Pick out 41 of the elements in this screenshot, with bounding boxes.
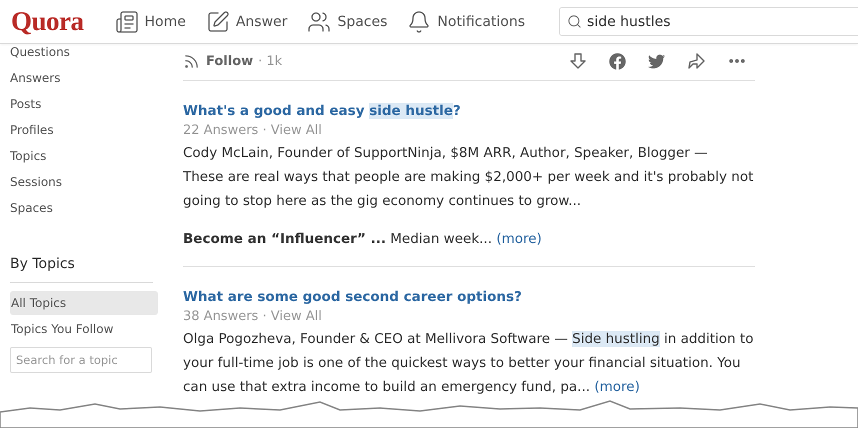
logo[interactable]: Quora	[11, 6, 84, 37]
bell-icon	[407, 10, 432, 34]
twitter-icon[interactable]	[648, 52, 665, 70]
filter-link[interactable]: Profiles	[10, 122, 158, 148]
answer-teaser: Become an “Influencer” ... Median week... (more)	[183, 230, 543, 249]
nav-link[interactable]: Spaces	[307, 10, 388, 34]
answer-count: 38 Answers	[183, 309, 258, 324]
more-link[interactable]: (more)	[594, 379, 640, 395]
filter-link[interactable]: Questions	[10, 44, 158, 70]
answer-count: 22 Answers	[183, 123, 258, 138]
more-link[interactable]: (more)	[496, 231, 542, 247]
search-field[interactable]: side hustles	[559, 7, 858, 36]
pencil-icon	[206, 10, 230, 34]
facebook-icon[interactable]	[609, 52, 626, 70]
question-title[interactable]: What's a good and easy side hustle?	[183, 101, 755, 121]
answer-excerpt: These are real ways that people are making $2,000+ per week and it's probably not going to stop here as the gig economy continues to grow...	[183, 168, 754, 211]
topic-link[interactable]: Topics You Follow	[10, 317, 158, 341]
section-heading: By Topics	[10, 256, 153, 283]
filter-link[interactable]: Spaces	[10, 200, 158, 226]
nav-link[interactable]: Answer	[206, 10, 288, 34]
topic-link[interactable]: All Topics	[10, 291, 158, 315]
separator: ·	[262, 123, 267, 138]
follow-button[interactable]: Follow	[183, 52, 254, 70]
answer-excerpt: Olga Pogozheva, Founder & CEO at Mellivora Software — Side hustling in addition to your full-time job is one of the quickest ways to better your financial situation. You can use that extra income to build an emergency fund, pa... (more)	[183, 330, 754, 397]
filter-link[interactable]: Topics	[10, 148, 158, 174]
follower-count: · 1k	[258, 54, 282, 68]
filter-link[interactable]: Posts	[10, 96, 158, 122]
separator: ·	[262, 309, 267, 324]
question-title[interactable]: What are some good second career options?	[183, 287, 755, 307]
nav-link[interactable]: Notifications	[407, 10, 526, 34]
downvote-icon[interactable]	[569, 52, 587, 70]
author-credential: Cody McLain, Founder of SupportNinja, $8M ARR, Author, Speaker, Blogger —	[183, 144, 709, 163]
topic-search-field[interactable]: Search for a topic	[10, 347, 152, 373]
filter-link[interactable]: Answers	[10, 70, 158, 96]
people-icon	[307, 10, 332, 34]
rss-icon	[183, 52, 200, 70]
newspaper-icon	[114, 10, 139, 34]
nav-link[interactable]: Home	[114, 10, 186, 34]
share-icon[interactable]	[687, 52, 705, 70]
search-icon	[567, 14, 582, 29]
filter-link[interactable]: Sessions	[10, 174, 158, 200]
